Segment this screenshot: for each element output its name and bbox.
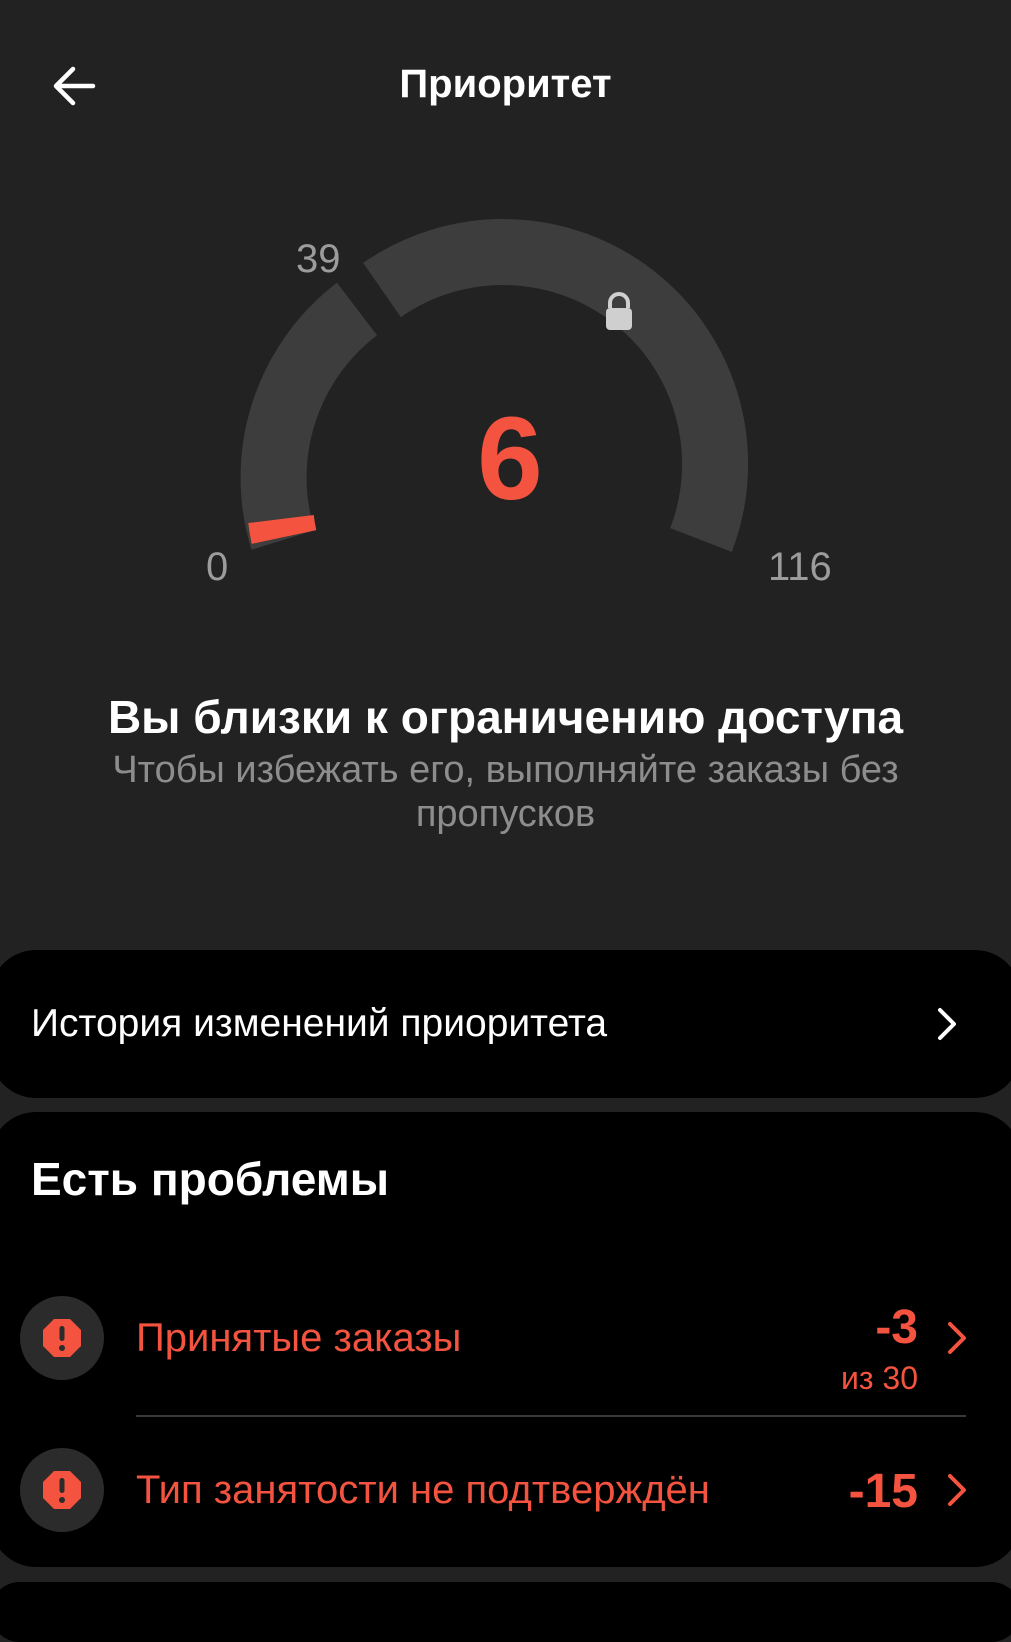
status-title: Вы близки к ограничению доступа [107, 691, 904, 743]
divider [136, 1415, 966, 1417]
chevron-right-icon [948, 1474, 966, 1506]
status-message: Вы близки к ограничению доступа Чтобы из… [0, 690, 1011, 836]
gauge-max-label: 116 [768, 545, 832, 589]
chevron-right-icon [948, 1322, 966, 1354]
problem-label: Тип занятости не подтверждён [136, 1468, 710, 1512]
chevron-right-icon [938, 1008, 956, 1040]
priority-gauge: 6 0 39 116 [180, 210, 840, 630]
status-subtitle: Чтобы избежать его, выполняйте заказы бе… [112, 749, 899, 835]
gauge-threshold-label: 39 [296, 237, 341, 281]
problem-subvalue: из 30 [840, 1360, 918, 1396]
gauge-min-label: 0 [206, 545, 229, 589]
priority-history-button[interactable]: История изменений приоритета [0, 950, 1011, 1098]
top-bar: Приоритет [0, 0, 1011, 170]
warning-icon [20, 1296, 104, 1380]
problem-value: -3 [875, 1301, 918, 1354]
problem-item-accepted-orders[interactable]: Принятые заказы -3 из 30 [0, 1274, 1011, 1404]
problems-title: Есть проблемы [31, 1153, 390, 1205]
problem-item-employment-type[interactable]: Тип занятости не подтверждён -15 [0, 1426, 1011, 1556]
page-title: Приоритет [399, 62, 612, 106]
priority-history-label: История изменений приоритета [31, 1002, 608, 1045]
problem-value: -15 [848, 1465, 918, 1518]
warning-icon [20, 1448, 104, 1532]
problem-label: Принятые заказы [136, 1316, 462, 1360]
gauge-indicator [248, 514, 317, 544]
priority-value: 6 [477, 393, 543, 525]
next-card [0, 1582, 1011, 1642]
problems-card: Есть проблемы Принятые заказы -3 из 30 Т… [0, 1112, 1011, 1567]
